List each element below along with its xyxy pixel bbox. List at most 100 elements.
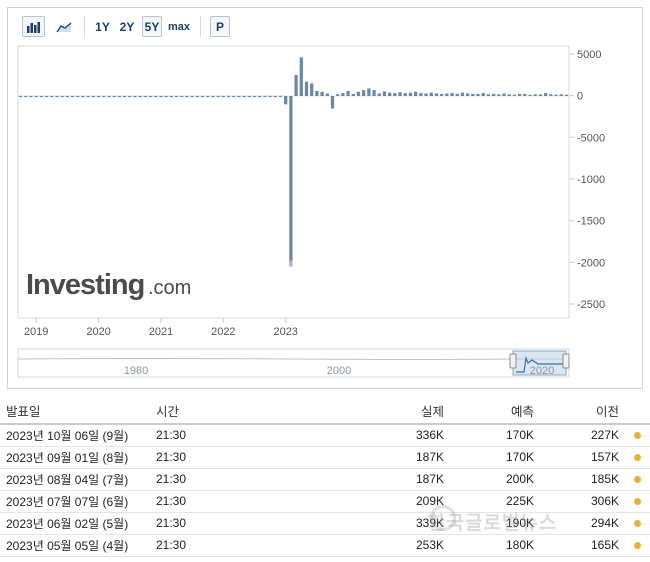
bar[interactable]: [507, 94, 511, 96]
bar[interactable]: [325, 93, 329, 96]
bar[interactable]: [388, 92, 392, 96]
bar[interactable]: [268, 95, 272, 98]
bar[interactable]: [512, 94, 517, 96]
bar[interactable]: [18, 95, 23, 98]
bar[interactable]: [294, 75, 298, 96]
bar[interactable]: [486, 94, 491, 96]
bar[interactable]: [263, 95, 267, 98]
bar[interactable]: [408, 92, 413, 96]
bar[interactable]: [128, 95, 132, 98]
bar[interactable]: [564, 94, 569, 96]
bar[interactable]: [91, 95, 95, 98]
bar[interactable]: [242, 95, 246, 98]
bar[interactable]: [164, 95, 168, 98]
bar[interactable]: [533, 94, 537, 96]
bar[interactable]: [39, 95, 43, 98]
bar[interactable]: [195, 95, 199, 98]
bar[interactable]: [24, 95, 28, 98]
bar[interactable]: [284, 96, 288, 105]
bar[interactable]: [185, 95, 189, 98]
bar[interactable]: [174, 95, 179, 98]
bar[interactable]: [211, 95, 215, 98]
bar[interactable]: [96, 95, 101, 98]
bar[interactable]: [419, 93, 423, 96]
bar[interactable]: [159, 95, 163, 98]
bar[interactable]: [216, 95, 220, 98]
bar[interactable]: [497, 94, 501, 96]
bar[interactable]: [154, 95, 158, 98]
bar[interactable]: [466, 93, 470, 96]
bar[interactable]: [403, 93, 407, 96]
bar[interactable]: [44, 95, 49, 98]
bar[interactable]: [346, 90, 350, 96]
bar[interactable]: [460, 92, 465, 96]
bar[interactable]: [252, 95, 257, 98]
bar[interactable]: [180, 95, 184, 98]
bar[interactable]: [273, 95, 277, 98]
bar[interactable]: [341, 93, 345, 96]
bar[interactable]: [107, 95, 111, 98]
bar[interactable]: [476, 93, 480, 96]
bar[interactable]: [102, 95, 106, 98]
navigator-left-handle[interactable]: [509, 353, 517, 369]
bar[interactable]: [50, 95, 54, 98]
bar[interactable]: [414, 91, 418, 96]
bar[interactable]: [258, 95, 262, 98]
bar[interactable]: [76, 95, 80, 98]
bar[interactable]: [481, 93, 485, 96]
bar[interactable]: [471, 93, 475, 96]
bar[interactable]: [544, 93, 548, 96]
bar[interactable]: [351, 93, 355, 96]
bar[interactable]: [117, 95, 121, 98]
bar[interactable]: [455, 93, 459, 96]
bar[interactable]: [190, 95, 194, 98]
bar[interactable]: [393, 93, 397, 96]
bar[interactable]: [398, 92, 402, 96]
bar[interactable]: [169, 95, 173, 98]
bar[interactable]: [310, 83, 314, 96]
bar[interactable]: [148, 95, 153, 98]
bar[interactable]: [336, 94, 340, 96]
bar[interactable]: [429, 92, 433, 96]
bar[interactable]: [65, 95, 69, 98]
navigator[interactable]: [17, 348, 570, 378]
bar[interactable]: [377, 93, 381, 96]
bar[interactable]: [315, 90, 319, 96]
bar[interactable]: [247, 95, 251, 98]
bar[interactable]: [81, 95, 85, 98]
bar[interactable]: [434, 93, 439, 96]
bar[interactable]: [382, 91, 387, 96]
bar[interactable]: [502, 93, 506, 96]
bar[interactable]: [523, 93, 527, 96]
bar[interactable]: [528, 94, 532, 96]
bar[interactable]: [206, 95, 210, 98]
bar[interactable]: [559, 94, 563, 96]
bar[interactable]: [492, 93, 496, 96]
bar[interactable]: [372, 90, 376, 96]
bar[interactable]: [34, 95, 38, 98]
bar[interactable]: [60, 95, 64, 98]
bar[interactable]: [221, 95, 225, 98]
bar[interactable]: [330, 96, 335, 109]
bar[interactable]: [133, 95, 137, 98]
bar[interactable]: [70, 95, 75, 98]
bar[interactable]: [122, 95, 127, 98]
bar[interactable]: [289, 96, 293, 267]
bar[interactable]: [55, 95, 59, 98]
bar[interactable]: [112, 95, 116, 98]
bar[interactable]: [424, 93, 428, 96]
bar[interactable]: [237, 95, 241, 98]
bar[interactable]: [226, 95, 231, 98]
bar[interactable]: [549, 94, 553, 96]
bar[interactable]: [518, 93, 522, 96]
bar[interactable]: [232, 95, 236, 98]
bar[interactable]: [320, 91, 324, 96]
bar[interactable]: [86, 95, 90, 98]
bar[interactable]: [367, 88, 371, 96]
bar[interactable]: [299, 57, 303, 96]
bar[interactable]: [440, 93, 444, 96]
bar[interactable]: [554, 94, 558, 96]
navigator-right-handle[interactable]: [562, 353, 570, 369]
bar[interactable]: [200, 95, 205, 98]
bar[interactable]: [278, 95, 283, 98]
